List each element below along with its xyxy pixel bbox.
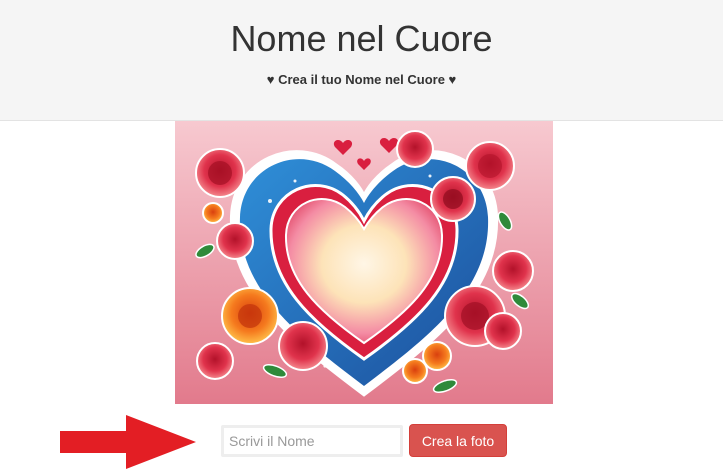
name-input[interactable]: [221, 425, 403, 457]
heart-with-roses-image: [175, 121, 553, 404]
page-header: Nome nel Cuore ♥ Crea il tuo Nome nel Cu…: [0, 0, 723, 121]
red-arrow-icon: [58, 413, 198, 471]
create-photo-button[interactable]: Crea la foto: [409, 424, 507, 457]
page-subtitle: ♥ Crea il tuo Nome nel Cuore ♥: [266, 72, 457, 87]
page-title: Nome nel Cuore: [230, 18, 493, 59]
